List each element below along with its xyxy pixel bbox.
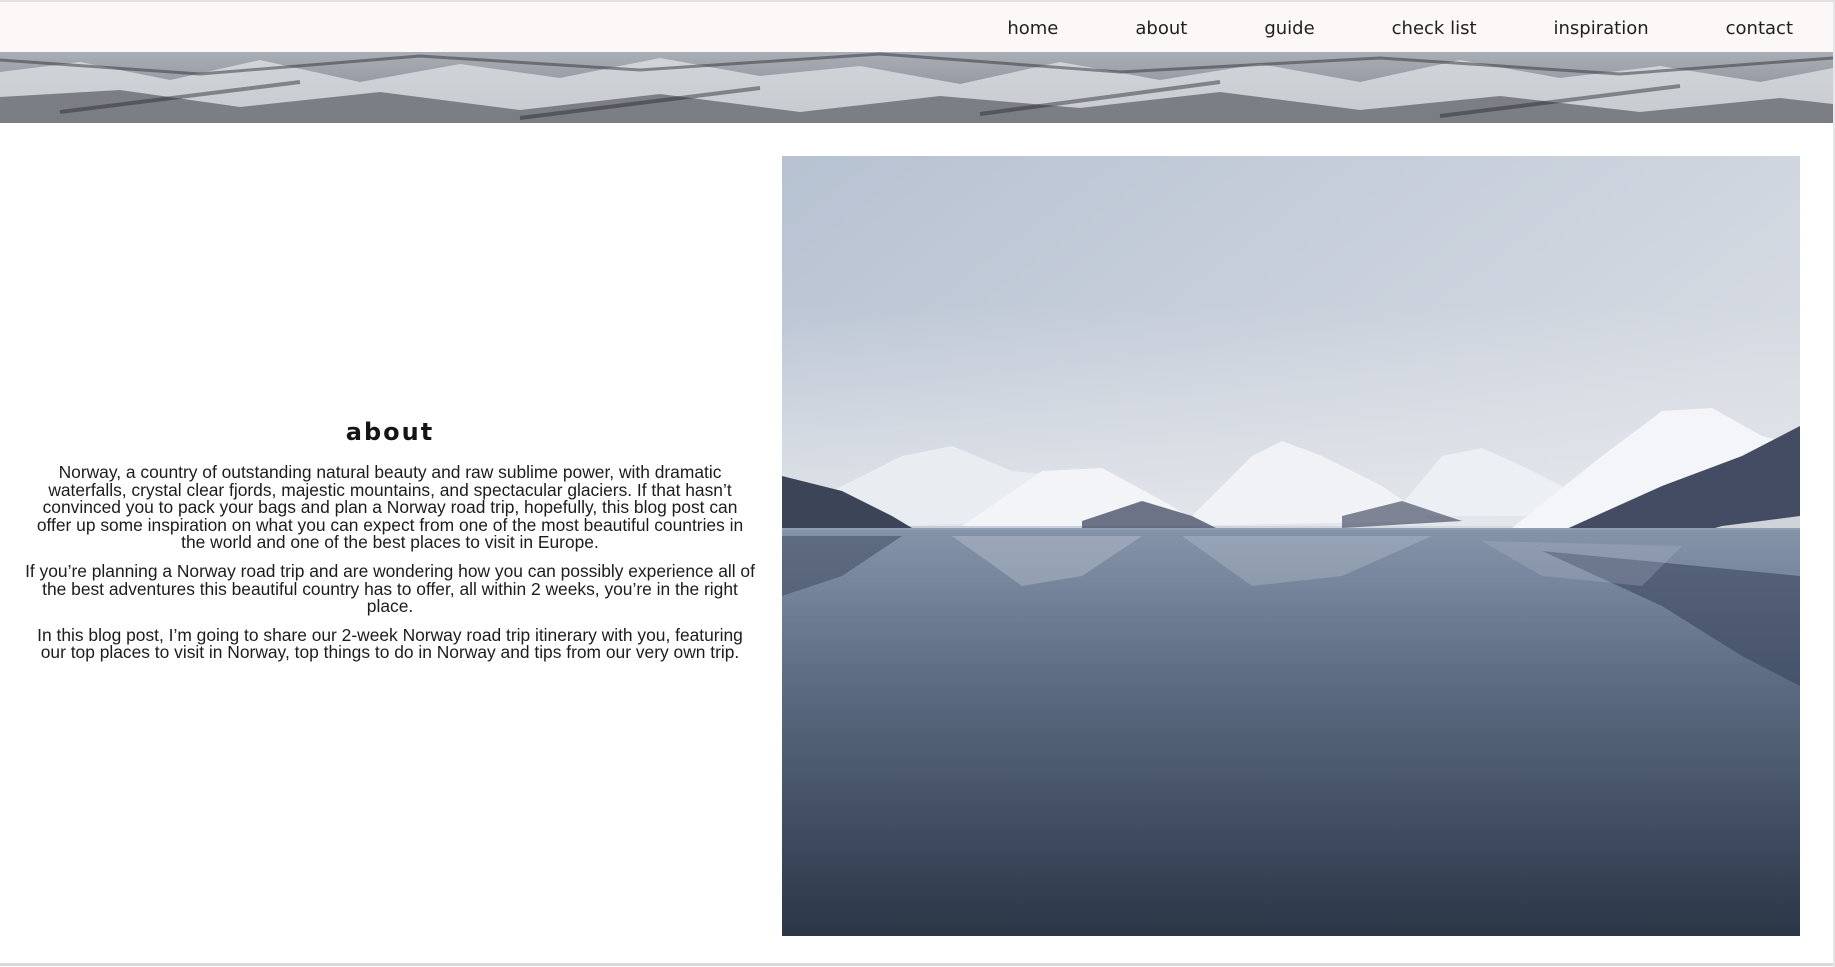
nav-link-guide[interactable]: guide bbox=[1264, 18, 1314, 39]
about-heading: about bbox=[345, 418, 435, 446]
snowy-mountain-banner-image bbox=[0, 52, 1833, 123]
nav-link-home[interactable]: home bbox=[1007, 18, 1058, 39]
about-section: about Norway, a country of outstanding n… bbox=[0, 123, 1835, 967]
nav-link-inspiration[interactable]: inspiration bbox=[1554, 18, 1649, 39]
nav-link-about[interactable]: about bbox=[1135, 18, 1187, 39]
about-paragraph-1: Norway, a country of outstanding natural… bbox=[36, 462, 744, 553]
nav-menu: home about guide check list inspiration … bbox=[1007, 2, 1793, 54]
about-paragraph-3: In this blog post, I’m going to share ou… bbox=[37, 624, 743, 663]
nav-link-check-list[interactable]: check list bbox=[1392, 18, 1477, 39]
top-navigation-bar: home about guide check list inspiration … bbox=[0, 0, 1833, 52]
nav-link-contact[interactable]: contact bbox=[1726, 18, 1793, 39]
about-paragraph-2: If you’re planning a Norway road trip an… bbox=[25, 560, 755, 617]
about-text-block: about Norway, a country of outstanding n… bbox=[24, 418, 756, 673]
footer-divider bbox=[0, 963, 1833, 966]
fjord-landscape-photo bbox=[782, 156, 1800, 936]
